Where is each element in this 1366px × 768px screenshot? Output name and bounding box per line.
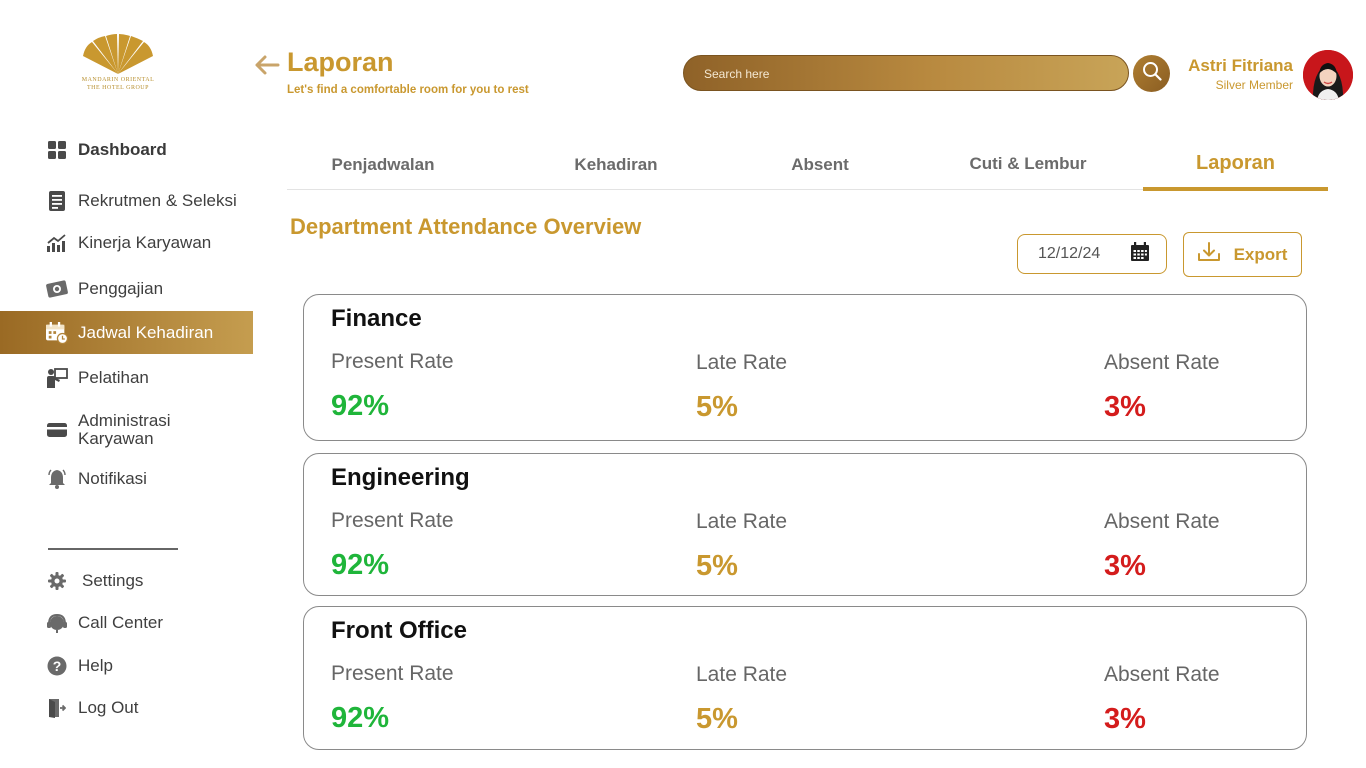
sidebar-item-label: Settings — [82, 571, 144, 590]
sidebar-item-logout[interactable]: Log Out — [0, 687, 253, 729]
sidebar-item-label: Log Out — [78, 698, 139, 717]
absent-rate-value: 3% — [1104, 550, 1146, 582]
sidebar-item-label: Pelatihan — [78, 368, 149, 387]
tab-cuti-lembur[interactable]: Cuti & Lembur — [952, 139, 1104, 189]
late-rate: Late Rate 5% — [696, 663, 787, 736]
date-picker[interactable]: 12/12/24 — [1017, 234, 1167, 274]
present-rate-value: 92% — [331, 702, 390, 734]
absent-rate-label: Absent Rate — [1104, 510, 1220, 533]
late-rate-label: Late Rate — [696, 510, 788, 533]
card-icon — [46, 419, 68, 441]
user-name: Astri Fitriana — [1188, 56, 1293, 75]
sidebar-item-dashboard[interactable]: Dashboard — [0, 129, 253, 171]
date-value: 12/12/24 — [1038, 245, 1101, 262]
money-icon — [46, 278, 68, 300]
fan-logo-icon — [83, 34, 153, 74]
department-name: Engineering — [331, 464, 470, 491]
brand-name: MANDARIN ORIENTAL — [81, 77, 155, 83]
sidebar-item-pelatihan[interactable]: Pelatihan — [0, 357, 253, 399]
headset-icon — [46, 612, 68, 634]
sidebar-item-label: Jadwal Kehadiran — [78, 322, 214, 342]
department-name: Finance — [331, 305, 422, 332]
tab-penjadwalan[interactable]: Penjadwalan — [307, 140, 459, 190]
present-rate: Present Rate 92% — [331, 509, 454, 582]
late-rate: Late Rate 5% — [696, 351, 787, 424]
department-card: Front Office Present Rate 92% Late Rate … — [303, 606, 1307, 750]
brand-group: THE HOTEL GROUP — [87, 85, 149, 91]
search-icon — [1142, 61, 1162, 86]
help-icon: ? — [46, 655, 68, 677]
sidebar-item-rekrutmen[interactable]: Rekrutmen & Seleksi — [0, 180, 253, 222]
sidebar-item-settings[interactable]: Settings — [0, 560, 253, 602]
sidebar-divider — [48, 548, 178, 550]
tab-kehadiran[interactable]: Kehadiran — [540, 140, 692, 190]
sidebar-item-administrasi[interactable]: Administrasi Karyawan — [0, 408, 253, 452]
present-rate: Present Rate 92% — [331, 662, 454, 735]
absent-rate: Absent Rate 3% — [1104, 510, 1220, 583]
search-input[interactable] — [704, 65, 1104, 83]
search-bar — [683, 55, 1129, 91]
late-rate-value: 5% — [696, 703, 738, 735]
calendar-clock-icon — [46, 321, 68, 344]
present-rate-value: 92% — [331, 549, 390, 581]
late-rate-value: 5% — [696, 550, 738, 582]
chart-growth-icon — [46, 232, 68, 254]
sidebar-item-notifikasi[interactable]: Notifikasi — [0, 458, 253, 500]
tab-laporan[interactable]: Laporan — [1143, 140, 1328, 191]
present-rate-label: Present Rate — [331, 662, 454, 685]
present-rate-label: Present Rate — [331, 509, 454, 532]
present-rate-label: Present Rate — [331, 350, 454, 373]
user-tier: Silver Member — [1215, 78, 1293, 92]
department-card: Engineering Present Rate 92% Late Rate 5… — [303, 453, 1307, 596]
sidebar-item-label: Call Center — [78, 613, 164, 632]
sidebar-item-call-center[interactable]: Call Center — [0, 602, 253, 644]
present-rate: Present Rate 92% — [331, 350, 454, 423]
gear-icon — [46, 570, 68, 592]
training-icon — [46, 367, 68, 389]
late-rate: Late Rate 5% — [696, 510, 787, 583]
late-rate-label: Late Rate — [696, 351, 788, 374]
absent-rate-value: 3% — [1104, 391, 1146, 423]
sidebar-item-jadwal-kehadiran[interactable]: Jadwal Kehadiran — [0, 311, 253, 354]
sidebar-item-label: Help — [78, 656, 113, 675]
tab-absent[interactable]: Absent — [744, 140, 896, 190]
sidebar-item-label: Administrasi Karyawan — [78, 411, 171, 448]
department-name: Front Office — [331, 617, 467, 644]
sidebar-item-help[interactable]: ? Help — [0, 645, 253, 687]
avatar[interactable] — [1303, 50, 1353, 100]
absent-rate: Absent Rate 3% — [1104, 351, 1220, 424]
page-title: Laporan — [287, 47, 394, 77]
section-title: Department Attendance Overview — [290, 214, 642, 239]
sidebar-item-label: Notifikasi — [78, 469, 147, 488]
sidebar-item-label: Penggajian — [78, 279, 164, 298]
brand-logo: MANDARIN ORIENTAL THE HOTEL GROUP — [76, 34, 160, 98]
search-button[interactable] — [1133, 55, 1170, 92]
absent-rate-label: Absent Rate — [1104, 351, 1220, 374]
absent-rate-value: 3% — [1104, 703, 1146, 735]
download-icon — [1197, 242, 1220, 267]
tab-bar: Penjadwalan Kehadiran Absent Cuti & Lemb… — [287, 139, 1328, 191]
sidebar-item-label: Kinerja Karyawan — [78, 233, 212, 252]
export-button[interactable]: Export — [1183, 232, 1302, 277]
sidebar-item-kinerja[interactable]: Kinerja Karyawan — [0, 222, 253, 264]
sidebar-item-label: Rekrutmen & Seleksi — [78, 191, 237, 210]
late-rate-value: 5% — [696, 391, 738, 423]
bell-icon — [46, 468, 68, 490]
department-card: Finance Present Rate 92% Late Rate 5% Ab… — [303, 294, 1307, 441]
calendar-icon — [1130, 241, 1150, 267]
absent-rate: Absent Rate 3% — [1104, 663, 1220, 736]
svg-text:?: ? — [53, 658, 62, 674]
late-rate-label: Late Rate — [696, 663, 788, 686]
grid-icon — [46, 139, 68, 161]
back-arrow-icon[interactable] — [254, 54, 280, 76]
logout-icon — [46, 697, 68, 719]
export-label: Export — [1233, 244, 1288, 264]
absent-rate-label: Absent Rate — [1104, 663, 1220, 686]
sidebar-item-penggajian[interactable]: Penggajian — [0, 268, 253, 310]
page-subtitle: Let's find a comfortable room for you to… — [287, 84, 529, 96]
present-rate-value: 92% — [331, 390, 390, 422]
clipboard-icon — [46, 190, 68, 212]
sidebar-item-label: Dashboard — [78, 140, 167, 159]
